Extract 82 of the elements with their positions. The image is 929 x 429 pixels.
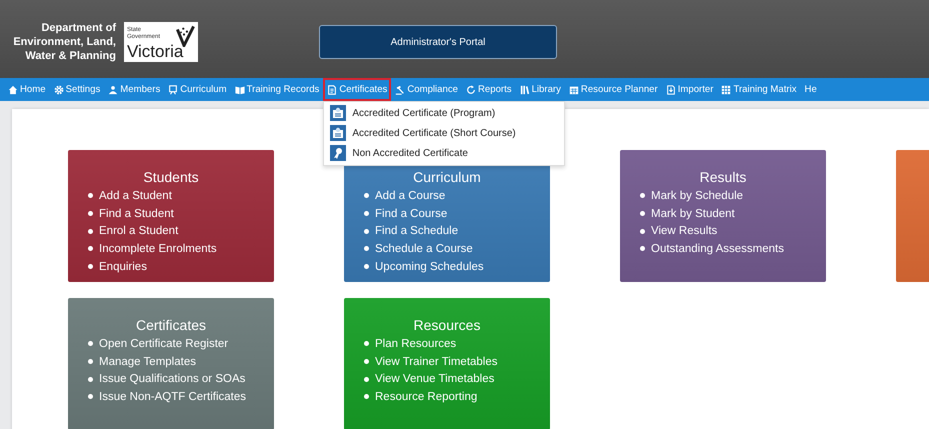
refresh-icon <box>466 84 476 94</box>
bullet-icon <box>364 376 369 382</box>
certificate-icon <box>330 105 346 121</box>
card-title: Curriculum <box>412 169 482 185</box>
calendar-icon <box>568 84 579 94</box>
card-link[interactable]: Find a Student <box>99 208 174 220</box>
person-icon <box>108 84 118 94</box>
card-link[interactable]: Add a Student <box>99 190 172 202</box>
card-link[interactable]: Find a Schedule <box>375 225 458 238</box>
card-link[interactable]: Resource Reporting <box>375 390 478 403</box>
grid-icon <box>721 84 732 94</box>
settings-icon <box>54 84 64 94</box>
card-link[interactable]: Find a Course <box>375 208 448 220</box>
gavel-icon <box>395 84 406 94</box>
card-link[interactable]: Mark by Student <box>651 208 735 220</box>
card-link[interactable]: View Venue Timetables <box>375 373 494 386</box>
bullet-icon <box>640 246 645 252</box>
bullet-icon <box>364 359 369 364</box>
bullet-icon <box>88 376 93 382</box>
nav-item[interactable]: Training Matrix <box>717 78 801 101</box>
card-title: Resources <box>412 317 482 333</box>
nav-item[interactable]: Reports <box>462 78 516 101</box>
bullet-icon <box>364 394 369 400</box>
book-icon <box>234 84 245 94</box>
nav-item[interactable]: Certificates <box>323 78 392 101</box>
bullet-icon <box>88 359 93 364</box>
bullet-icon <box>88 228 93 234</box>
books-icon <box>520 84 530 94</box>
card-link[interactable]: Mark by Schedule <box>651 190 744 202</box>
menu-item[interactable]: Accredited Certificate (Short Course) <box>324 123 564 143</box>
nav-item[interactable]: He <box>800 78 821 101</box>
department-name: Department of Environment, Land, Water & Planning <box>12 21 116 63</box>
bullet-icon <box>88 264 93 270</box>
certificate-icon <box>330 125 346 141</box>
bullet-icon <box>88 193 93 198</box>
nav-item[interactable]: Home <box>4 78 50 101</box>
nav-item[interactable]: Compliance <box>391 78 462 101</box>
bullet-icon <box>88 394 93 400</box>
bullet-icon <box>640 193 645 198</box>
menu-item[interactable]: Non Accredited Certificate <box>324 143 564 163</box>
card-link[interactable]: Plan Resources <box>375 338 456 350</box>
card-link[interactable]: Schedule a Course <box>375 242 473 255</box>
card-title: Certificates <box>134 317 208 333</box>
card-title: Students <box>142 169 200 185</box>
card-link[interactable]: Open Certificate Register <box>99 338 228 350</box>
bullet-icon <box>364 193 369 198</box>
bullet-icon <box>364 341 369 346</box>
portal-title: Administrator's Portal <box>319 25 557 59</box>
bullet-icon <box>88 211 93 216</box>
card-link[interactable]: Enquiries <box>99 260 147 273</box>
document-icon <box>327 84 338 94</box>
bullet-icon <box>364 264 369 270</box>
nav-item[interactable]: Library <box>516 78 565 101</box>
easel-icon <box>168 84 178 94</box>
card-link[interactable]: Manage Templates <box>99 356 196 368</box>
card-link[interactable]: Incomplete Enrolments <box>99 242 217 255</box>
nav-item[interactable]: Training Records <box>230 78 324 101</box>
nav-item[interactable]: Curriculum <box>164 78 231 101</box>
ribbon-icon <box>330 145 346 161</box>
bullet-icon <box>364 211 369 216</box>
menu-item[interactable]: Accredited Certificate (Program) <box>324 103 564 123</box>
card-link[interactable]: View Results <box>651 225 718 238</box>
card-title: Results <box>698 169 748 185</box>
bullet-icon <box>364 246 369 252</box>
card-link[interactable]: Upcoming Schedules <box>375 260 484 273</box>
nav-item[interactable]: Importer <box>662 78 718 101</box>
card-link[interactable]: Enrol a Student <box>99 225 178 238</box>
card-link[interactable]: Add a Course <box>375 190 446 202</box>
bullet-icon <box>640 228 645 234</box>
nav-item[interactable]: Settings <box>50 78 104 101</box>
nav-item[interactable]: Resource Planner <box>564 78 662 101</box>
card-link[interactable]: Issue Non-AQTF Certificates <box>99 390 246 403</box>
bullet-icon <box>88 341 93 346</box>
bullet-icon <box>364 228 369 234</box>
card-link[interactable]: Outstanding Assessments <box>651 242 784 255</box>
bullet-icon <box>640 211 645 216</box>
import-icon <box>666 84 676 94</box>
nav-item[interactable]: Members <box>104 78 164 101</box>
home-icon <box>8 84 18 94</box>
card-link[interactable]: Issue Qualifications or SOAs <box>99 373 246 386</box>
bullet-icon <box>88 246 93 252</box>
card-link[interactable]: View Trainer Timetables <box>375 356 498 368</box>
